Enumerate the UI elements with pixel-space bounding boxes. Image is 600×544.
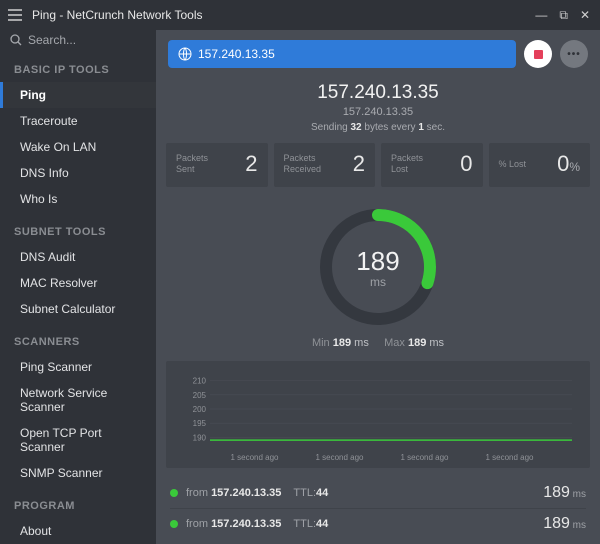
stat-packets-sent: Packets Sent 2 [166, 143, 268, 187]
address-input[interactable]: 157.240.13.35 [168, 40, 516, 68]
sidebar-item-wake-on-lan[interactable]: Wake On LAN [0, 134, 156, 160]
stop-button[interactable] [524, 40, 552, 68]
stat-packets-received: Packets Received 2 [274, 143, 376, 187]
ping-log: from 157.240.13.35TTL:44189 msfrom 157.2… [156, 478, 600, 539]
sidebar-item-dns-info[interactable]: DNS Info [0, 160, 156, 186]
sidebar-section-title: SCANNERS [0, 322, 156, 354]
stat-packets-lost: Packets Lost 0 [381, 143, 483, 187]
menu-button[interactable] [0, 9, 30, 21]
gauge-unit: ms [370, 275, 386, 289]
chart-x-label: 1 second ago [485, 453, 533, 462]
sending-line: Sending 32 bytes every 1 sec. [156, 122, 600, 133]
minimize-button[interactable]: — [535, 8, 547, 23]
sidebar-section-title: SUBNET TOOLS [0, 212, 156, 244]
ip-secondary: 157.240.13.35 [156, 106, 600, 118]
chart-x-label: 1 second ago [230, 453, 278, 462]
titlebar: Ping - NetCrunch Network Tools — ⧉ ✕ [0, 0, 600, 30]
sidebar-item-open-tcp-port-scanner[interactable]: Open TCP Port Scanner [0, 420, 156, 460]
svg-text:205: 205 [193, 391, 207, 400]
hamburger-icon [8, 9, 22, 21]
sidebar-item-network-service-scanner[interactable]: Network Service Scanner [0, 380, 156, 420]
log-row: from 157.240.13.35TTL:44189 ms [170, 509, 586, 539]
globe-icon [178, 47, 192, 61]
latency-chart: 190 195 200 205 210 1 second ago 1 second ago… [166, 361, 590, 468]
status-dot-icon [170, 520, 178, 528]
sidebar-item-about[interactable]: About [0, 518, 156, 544]
chart-x-label: 1 second ago [400, 453, 448, 462]
window-title: Ping - NetCrunch Network Tools [30, 8, 535, 22]
log-row: from 157.240.13.35TTL:44189 ms [170, 478, 586, 509]
stat-percent-lost: % Lost 0% [489, 143, 591, 187]
sidebar-section-title: PROGRAM [0, 486, 156, 518]
address-value: 157.240.13.35 [198, 47, 275, 61]
result-header: 157.240.13.35 157.240.13.35 Sending 32 b… [156, 78, 600, 143]
sidebar-item-ping-scanner[interactable]: Ping Scanner [0, 354, 156, 380]
gauge-value: 189 [356, 246, 399, 277]
sidebar-item-traceroute[interactable]: Traceroute [0, 108, 156, 134]
sidebar-item-mac-resolver[interactable]: MAC Resolver [0, 270, 156, 296]
chart-x-label: 1 second ago [315, 453, 363, 462]
minmax-line: Min 189 ms Max 189 ms [156, 337, 600, 361]
ellipsis-icon: ••• [567, 49, 581, 60]
search-placeholder: Search... [28, 33, 76, 47]
latency-gauge: 189 ms [316, 205, 440, 329]
stop-icon [534, 50, 543, 59]
stats-row: Packets Sent 2 Packets Received 2 Packet… [156, 143, 600, 187]
svg-text:210: 210 [193, 377, 207, 386]
sidebar: Search... BASIC IP TOOLSPingTracerouteWa… [0, 30, 156, 544]
sidebar-item-who-is[interactable]: Who Is [0, 186, 156, 212]
sidebar-item-subnet-calculator[interactable]: Subnet Calculator [0, 296, 156, 322]
sidebar-item-dns-audit[interactable]: DNS Audit [0, 244, 156, 270]
sidebar-item-ping[interactable]: Ping [0, 82, 156, 108]
main-panel: 157.240.13.35 ••• 157.240.13.35 157.240.… [156, 30, 600, 544]
svg-text:200: 200 [193, 405, 207, 414]
svg-text:190: 190 [193, 433, 207, 442]
search-input[interactable]: Search... [0, 30, 156, 50]
sidebar-section-title: BASIC IP TOOLS [0, 50, 156, 82]
svg-text:195: 195 [193, 419, 207, 428]
ip-primary: 157.240.13.35 [156, 82, 600, 104]
sidebar-item-snmp-scanner[interactable]: SNMP Scanner [0, 460, 156, 486]
maximize-button[interactable]: ⧉ [559, 8, 568, 23]
chart-svg: 190 195 200 205 210 [174, 371, 582, 451]
close-button[interactable]: ✕ [580, 8, 590, 23]
search-icon [10, 34, 22, 46]
status-dot-icon [170, 489, 178, 497]
more-button[interactable]: ••• [560, 40, 588, 68]
